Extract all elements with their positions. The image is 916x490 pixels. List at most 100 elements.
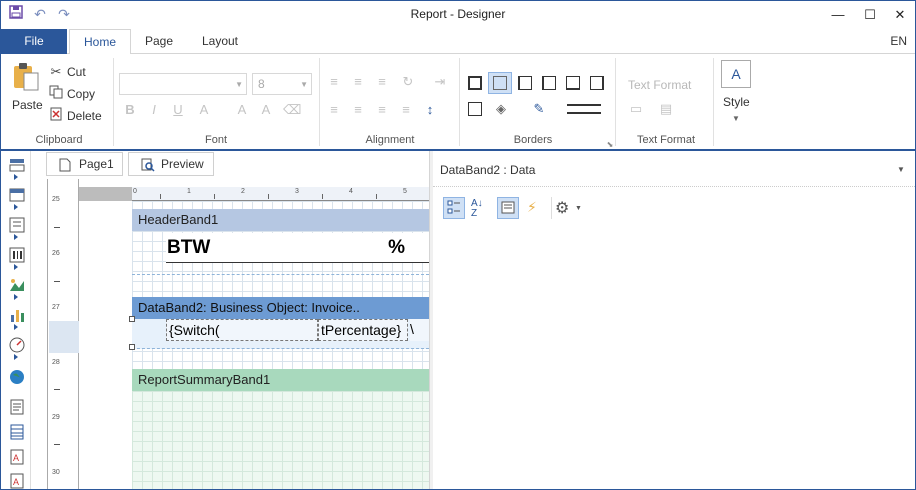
ruler-label: 0 bbox=[133, 188, 137, 195]
ruler-label: 30 bbox=[52, 469, 60, 476]
language-indicator[interactable]: EN bbox=[890, 34, 907, 48]
underline-button[interactable]: U bbox=[169, 101, 187, 119]
tab-page[interactable]: Page bbox=[135, 29, 183, 54]
clipboard-group-label: Clipboard bbox=[35, 134, 83, 146]
tab-preview[interactable]: Preview bbox=[128, 152, 214, 176]
cut-icon[interactable]: ✂ bbox=[47, 63, 65, 81]
header-cell[interactable] bbox=[408, 233, 429, 263]
font-size-combo[interactable]: 8 ▼ bbox=[252, 73, 312, 95]
cut-button[interactable]: Cut bbox=[67, 65, 86, 79]
font-family-combo[interactable]: ▼ bbox=[119, 73, 247, 95]
image-icon[interactable] bbox=[9, 277, 25, 300]
barcode-icon[interactable] bbox=[9, 247, 25, 270]
tab-page1[interactable]: Page1 bbox=[46, 152, 123, 176]
properties-tab-button[interactable] bbox=[497, 197, 519, 219]
clear-format-icon[interactable]: ⌫ bbox=[283, 101, 301, 119]
separator bbox=[319, 58, 320, 146]
border-top-icon[interactable] bbox=[542, 76, 556, 90]
border-left-icon[interactable] bbox=[518, 76, 532, 90]
percent-text-cell[interactable]: % bbox=[318, 233, 408, 263]
separator bbox=[713, 58, 714, 146]
copy-icon[interactable] bbox=[47, 85, 65, 103]
align-bottom-icon[interactable]: ≡ bbox=[373, 73, 391, 91]
copy-button[interactable]: Copy bbox=[67, 87, 95, 101]
events-icon[interactable]: ⚡ bbox=[527, 199, 537, 216]
minimize-button[interactable]: — bbox=[823, 1, 853, 29]
border-none-icon[interactable] bbox=[488, 72, 512, 94]
tab-file[interactable]: File bbox=[1, 29, 67, 54]
grow-font-icon[interactable]: A bbox=[233, 101, 251, 119]
object-selector[interactable]: DataBand2 : Data ▼ bbox=[433, 151, 915, 187]
data-band-title[interactable]: DataBand2: Business Object: Invoice.. bbox=[132, 297, 429, 319]
paste-button[interactable]: Paste bbox=[12, 98, 43, 112]
line-style-icon[interactable] bbox=[567, 104, 601, 114]
line-spacing-icon[interactable]: ↕ bbox=[421, 101, 439, 119]
chevron-down-icon: ▼ bbox=[897, 165, 905, 174]
tab-layout[interactable]: Layout bbox=[191, 29, 249, 54]
style-icon[interactable]: A bbox=[721, 60, 751, 88]
rich-text-icon[interactable]: A bbox=[9, 449, 25, 465]
wrap-icon[interactable]: ⇥ bbox=[431, 73, 449, 91]
delete-icon[interactable] bbox=[47, 107, 65, 125]
borders-group-label: Borders bbox=[513, 134, 553, 146]
delete-button[interactable]: Delete bbox=[67, 109, 102, 123]
ruler-tick bbox=[376, 194, 377, 199]
band-icon[interactable] bbox=[9, 157, 25, 180]
components-toolbar: A A bbox=[1, 151, 31, 489]
format-painter-icon[interactable]: ▭ bbox=[627, 100, 645, 118]
separator bbox=[113, 58, 114, 146]
fill-color-icon[interactable]: ◈ bbox=[492, 100, 510, 118]
text-format-button[interactable]: Text Format bbox=[628, 78, 691, 92]
border-bottom-icon[interactable] bbox=[566, 76, 580, 90]
switch-expression-cell[interactable]: {Switch( bbox=[166, 319, 318, 341]
align-top-icon[interactable]: ≡ bbox=[325, 73, 343, 91]
percentage-expression-cell[interactable]: tPercentage} bbox=[318, 319, 408, 341]
style-button[interactable]: Style bbox=[723, 95, 750, 109]
categorized-button[interactable] bbox=[443, 197, 465, 219]
maximize-button[interactable]: ☐ bbox=[855, 1, 885, 29]
border-color-icon[interactable]: ✎ bbox=[530, 100, 548, 118]
conditions-icon[interactable]: ▤ bbox=[657, 100, 675, 118]
separator bbox=[459, 58, 460, 146]
overflow-expression-cell[interactable]: \ bbox=[410, 319, 429, 341]
align-left-icon[interactable]: ≡ bbox=[325, 101, 343, 119]
border-right-icon[interactable] bbox=[590, 76, 604, 90]
chevron-down-icon[interactable]: ▼ bbox=[575, 205, 582, 212]
tab-home[interactable]: Home bbox=[69, 29, 131, 55]
shrink-font-icon[interactable]: A bbox=[257, 101, 275, 119]
align-right-icon[interactable]: ≡ bbox=[373, 101, 391, 119]
summary-band-body[interactable] bbox=[132, 391, 429, 489]
align-middle-icon[interactable]: ≡ bbox=[349, 73, 367, 91]
align-center-icon[interactable]: ≡ bbox=[349, 101, 367, 119]
italic-button[interactable]: I bbox=[145, 101, 163, 119]
cross-band-icon[interactable] bbox=[9, 187, 25, 210]
close-button[interactable]: ✕ bbox=[885, 1, 915, 29]
btw-text-cell[interactable]: BTW bbox=[166, 233, 318, 263]
bold-button[interactable]: B bbox=[121, 101, 139, 119]
text-component-icon[interactable] bbox=[9, 217, 25, 240]
vertical-ruler: 25 26 27 28 29 30 bbox=[47, 179, 79, 489]
chevron-down-icon[interactable]: ▼ bbox=[727, 110, 745, 128]
table-icon[interactable] bbox=[9, 424, 25, 440]
paste-icon[interactable] bbox=[11, 62, 41, 92]
selection-handle[interactable] bbox=[129, 344, 135, 350]
font-color-icon[interactable]: A bbox=[195, 101, 213, 119]
gear-icon[interactable]: ⚙ bbox=[555, 198, 569, 218]
header-band-title[interactable]: HeaderBand1 bbox=[132, 209, 429, 231]
sub-report-icon[interactable] bbox=[9, 399, 25, 415]
tab-preview-label: Preview bbox=[161, 157, 204, 171]
border-style-icon[interactable] bbox=[468, 102, 482, 116]
gauge-icon[interactable] bbox=[9, 337, 25, 360]
sort-alphabetical-icon[interactable]: A↓ Z bbox=[471, 199, 491, 219]
rich-text-icon[interactable]: A bbox=[9, 473, 25, 489]
summary-band-title[interactable]: ReportSummaryBand1 bbox=[132, 369, 429, 391]
border-all-icon[interactable] bbox=[468, 76, 482, 90]
selection-handle[interactable] bbox=[129, 316, 135, 322]
design-surface[interactable]: 25 26 27 28 29 30 0 1 2 3 4 5 HeaderBand… bbox=[31, 179, 429, 489]
rotate-icon[interactable]: ↻ bbox=[399, 73, 417, 91]
report-page[interactable]: HeaderBand1 BTW % DataBand2: Business Ob… bbox=[129, 201, 429, 489]
align-justify-icon[interactable]: ≡ bbox=[397, 101, 415, 119]
ruler-tick bbox=[54, 444, 60, 445]
map-icon[interactable] bbox=[9, 369, 25, 385]
chart-icon[interactable] bbox=[9, 307, 25, 330]
